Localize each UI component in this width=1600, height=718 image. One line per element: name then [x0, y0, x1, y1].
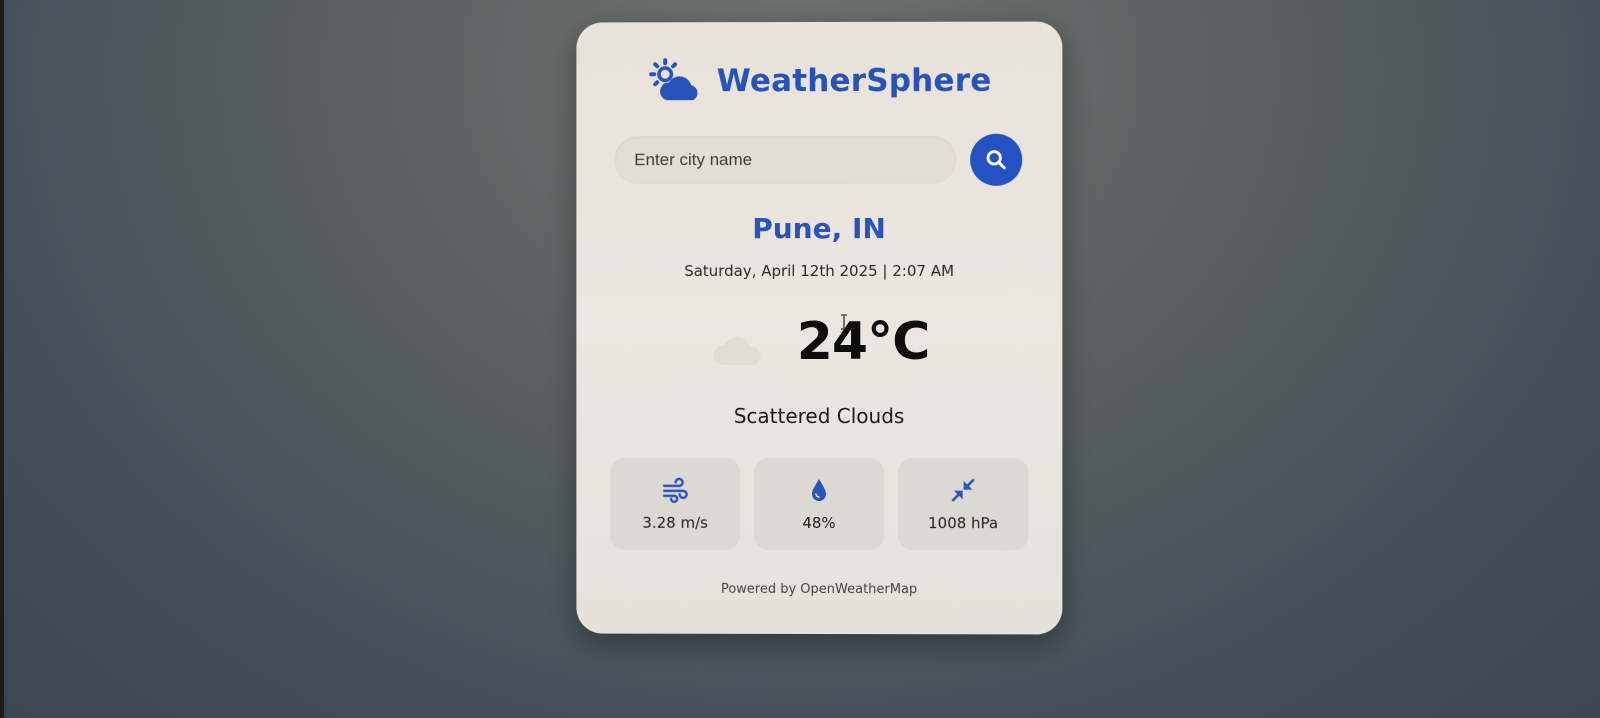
compress-icon: [950, 478, 974, 502]
screen-bezel: [0, 0, 4, 718]
sun-cloud-logo-icon: [649, 58, 698, 101]
wind-icon: [663, 478, 689, 504]
date-time: Saturday, April 12th 2025 | 2:07 AM: [684, 261, 955, 281]
brand-header: WeatherSphere: [576, 58, 1062, 105]
weather-stats: 3.28 m/s 48% 1008 hPa: [610, 457, 1029, 551]
attribution-footer: Powered by OpenWeatherMap: [720, 581, 918, 598]
weather-card: WeatherSphere Pune, IN Saturday, April 1…: [576, 21, 1063, 635]
weather-description: Scattered Clouds: [733, 403, 905, 429]
humidity-stat: 48%: [754, 457, 885, 551]
city-name: Pune, IN: [752, 211, 886, 246]
wind-stat: 3.28 m/s: [610, 457, 741, 550]
humidity-value: 48%: [802, 513, 836, 533]
pressure-stat: 1008 hPa: [898, 458, 1029, 551]
cloud-icon: [713, 337, 761, 366]
droplet-icon: [812, 478, 826, 501]
app-title: WeatherSphere: [716, 62, 992, 100]
wind-speed-value: 3.28 m/s: [642, 513, 708, 532]
text-cursor-icon: [841, 314, 847, 330]
pressure-value: 1008 hPa: [928, 514, 999, 533]
search-icon: [985, 149, 1007, 171]
temperature: 24°C: [796, 311, 930, 373]
search-button[interactable]: [970, 133, 1023, 186]
search-bar: [614, 132, 1023, 188]
city-search-input[interactable]: [614, 135, 957, 185]
temperature-row: 24°C: [576, 312, 1062, 372]
